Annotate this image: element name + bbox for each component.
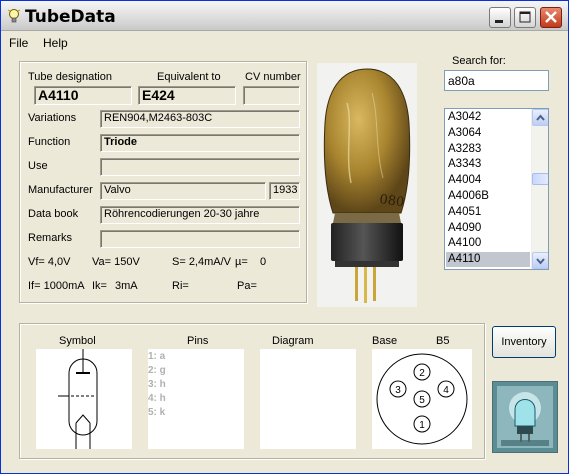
diagram-box [260, 349, 356, 449]
pins-box: 1: a 2: g 3: h 4: h 5: k [148, 349, 244, 449]
mu-value: 0 [260, 256, 267, 268]
remarks-label: Remarks [28, 232, 73, 244]
base-pin-3: 3 [395, 385, 401, 396]
base-label: Base [372, 335, 398, 347]
pin-line-1: 1: a [148, 351, 166, 362]
list-scrollbar[interactable] [531, 109, 548, 269]
app-logo [492, 381, 558, 453]
minimize-button[interactable] [489, 7, 511, 28]
s-value: S= 2,4mA/V [172, 256, 232, 268]
tube-list-item[interactable]: A3064 [446, 126, 530, 141]
pa-value: Pa= [237, 280, 257, 292]
remarks-field[interactable] [100, 230, 300, 248]
year-field[interactable]: 1933 [269, 182, 300, 200]
tube-logo-icon [497, 386, 553, 448]
tube-list-item[interactable]: A4100 [446, 236, 530, 251]
scroll-down-button[interactable] [532, 252, 548, 269]
menu-help[interactable]: Help [43, 36, 68, 50]
close-button[interactable] [540, 7, 562, 28]
function-label: Function [28, 136, 71, 148]
pin-line-5: 5: k [148, 407, 166, 418]
tube-list-item[interactable]: A4004 [446, 173, 530, 188]
pin-line-2: 2: g [148, 365, 166, 376]
pin-line-4: 4: h [148, 393, 166, 404]
triode-symbol-icon [58, 349, 98, 449]
base-pin-1: 1 [419, 420, 425, 431]
ik-label: Ik= [92, 280, 107, 292]
if-value: If= 1000mA [28, 280, 85, 292]
minimize-icon [495, 20, 503, 23]
data-book-field[interactable]: Röhrencodierungen 20-30 jahre [100, 206, 300, 224]
ik-value: 3mA [115, 280, 138, 292]
maximize-button[interactable] [514, 7, 536, 28]
variations-label: Variations [28, 112, 77, 124]
tube-list-item[interactable]: A3343 [446, 157, 530, 172]
diagram-label: Diagram [272, 335, 314, 347]
base-pin-4: 4 [443, 385, 449, 396]
ri-value: Ri= [172, 280, 189, 292]
arrow-up-icon [536, 114, 545, 121]
tube-list-item[interactable]: A3283 [446, 142, 530, 157]
variations-field[interactable]: REN904,M2463-803C [100, 110, 300, 128]
mu-label: µ= [235, 256, 248, 268]
pin-line-3: 3: h [148, 379, 166, 390]
use-label: Use [28, 160, 48, 172]
scroll-up-button[interactable] [532, 109, 548, 126]
base-pin-2: 2 [419, 368, 425, 379]
base-pin-5: 5 [419, 395, 425, 406]
menu-bar: File Help [1, 32, 568, 52]
inventory-button[interactable]: Inventory [492, 326, 556, 358]
tube-listbox[interactable]: A3042 A3064 A3283 A3343 A4004 A4006B A4051 A409… [444, 108, 549, 270]
use-field[interactable] [100, 158, 300, 176]
symbol-label: Symbol [59, 335, 96, 347]
cv-number-label: CV number [245, 71, 301, 83]
pins-label: Pins [187, 335, 209, 347]
menu-file[interactable]: File [9, 36, 28, 50]
equivalent-to-field[interactable]: E424 [138, 86, 236, 105]
equivalent-to-label: Equivalent to [157, 71, 221, 83]
data-book-label: Data book [28, 208, 79, 220]
title-bar[interactable]: TubeData [1, 1, 568, 31]
search-label: Search for: [452, 55, 506, 67]
function-field[interactable]: Triode [100, 134, 300, 152]
lightbulb-icon [7, 9, 21, 23]
close-icon [545, 11, 557, 23]
vf-value: Vf= 4,0V [28, 256, 71, 268]
va-value: Va= 150V [92, 256, 140, 268]
maximize-icon [519, 11, 531, 23]
tube-list-item[interactable]: A4051 [446, 205, 530, 220]
arrow-down-icon [536, 258, 545, 265]
tube-list-item[interactable]: A4090 [446, 221, 530, 236]
manufacturer-label: Manufacturer [28, 184, 93, 196]
app-window: TubeData File Help Tube designation Equi… [0, 0, 569, 474]
base-pinout-icon: 2 3 4 5 1 [376, 353, 468, 445]
scroll-thumb[interactable] [532, 173, 548, 185]
window-title: TubeData [25, 7, 116, 27]
tube-list-item[interactable]: A3042 [446, 110, 530, 125]
tube-list-item[interactable]: A4110 [446, 252, 530, 268]
tube-symbol-box [36, 349, 132, 449]
search-input[interactable] [444, 70, 549, 91]
tube-list-item[interactable]: A4006B [446, 189, 530, 204]
tube-photo: 080 [317, 63, 417, 307]
base-diagram-box: 2 3 4 5 1 [372, 349, 472, 449]
tube-designation-label: Tube designation [28, 71, 112, 83]
base-type-label: B5 [436, 335, 450, 347]
tube-designation-field[interactable]: A4110 [34, 86, 132, 105]
cv-number-field[interactable] [243, 86, 300, 105]
manufacturer-field[interactable]: Valvo [100, 182, 266, 200]
